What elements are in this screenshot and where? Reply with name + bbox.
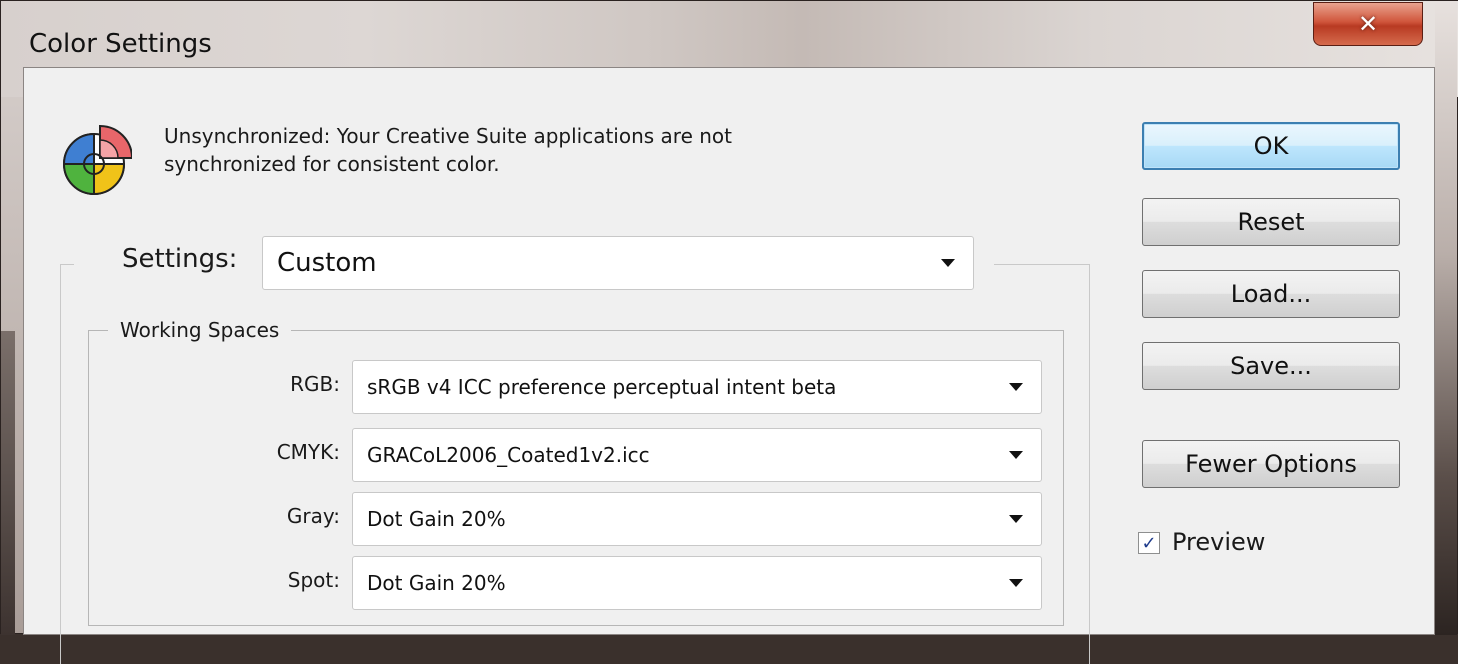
preview-checkbox[interactable]: ✓	[1138, 532, 1160, 554]
settings-dropdown[interactable]: Custom	[262, 236, 974, 290]
sync-message-line1: Unsynchronized: Your Creative Suite appl…	[164, 124, 733, 148]
window-right-edge	[1435, 1, 1457, 635]
reset-button[interactable]: Reset	[1142, 198, 1400, 246]
settings-label: Settings:	[122, 244, 238, 274]
sync-message-line2: synchronized for consistent color.	[164, 152, 500, 176]
checkmark-icon: ✓	[1141, 532, 1157, 554]
dropdown-arrow-icon	[1009, 383, 1023, 391]
rgb-label: RGB:	[290, 372, 340, 396]
spot-dropdown[interactable]: Dot Gain 20%	[352, 556, 1042, 610]
dropdown-arrow-icon	[1009, 451, 1023, 459]
gray-value: Dot Gain 20%	[367, 507, 506, 531]
dialog-client-area: Unsynchronized: Your Creative Suite appl…	[23, 67, 1435, 664]
rgb-value: sRGB v4 ICC preference perceptual intent…	[367, 375, 837, 399]
dropdown-arrow-icon	[1009, 579, 1023, 587]
window-left-edge	[1, 331, 15, 635]
cmyk-value: GRACoL2006_Coated1v2.icc	[367, 443, 650, 467]
ok-button[interactable]: OK	[1142, 122, 1400, 170]
cmyk-label: CMYK:	[276, 440, 340, 464]
dropdown-arrow-icon	[941, 259, 955, 267]
cmyk-dropdown[interactable]: GRACoL2006_Coated1v2.icc	[352, 428, 1042, 482]
fewer-options-button[interactable]: Fewer Options	[1142, 440, 1400, 488]
close-button[interactable]: ✕	[1313, 2, 1423, 46]
gray-label: Gray:	[286, 504, 340, 528]
close-icon: ✕	[1357, 10, 1379, 38]
spot-label: Spot:	[287, 568, 340, 592]
gray-dropdown[interactable]: Dot Gain 20%	[352, 492, 1042, 546]
settings-value: Custom	[277, 248, 377, 278]
window-title: Color Settings	[29, 29, 212, 59]
load-button[interactable]: Load...	[1142, 270, 1400, 318]
rgb-dropdown[interactable]: sRGB v4 ICC preference perceptual intent…	[352, 360, 1042, 414]
preview-label[interactable]: Preview	[1172, 528, 1265, 556]
dialog-window: Color Settings ✕ Unsynchronized: Your Cr…	[0, 0, 1458, 664]
color-wheel-icon	[62, 124, 132, 196]
spot-value: Dot Gain 20%	[367, 571, 506, 595]
save-button[interactable]: Save...	[1142, 342, 1400, 390]
sync-message: Unsynchronized: Your Creative Suite appl…	[164, 122, 924, 178]
working-spaces-title: Working Spaces	[108, 318, 292, 342]
dropdown-arrow-icon	[1009, 515, 1023, 523]
